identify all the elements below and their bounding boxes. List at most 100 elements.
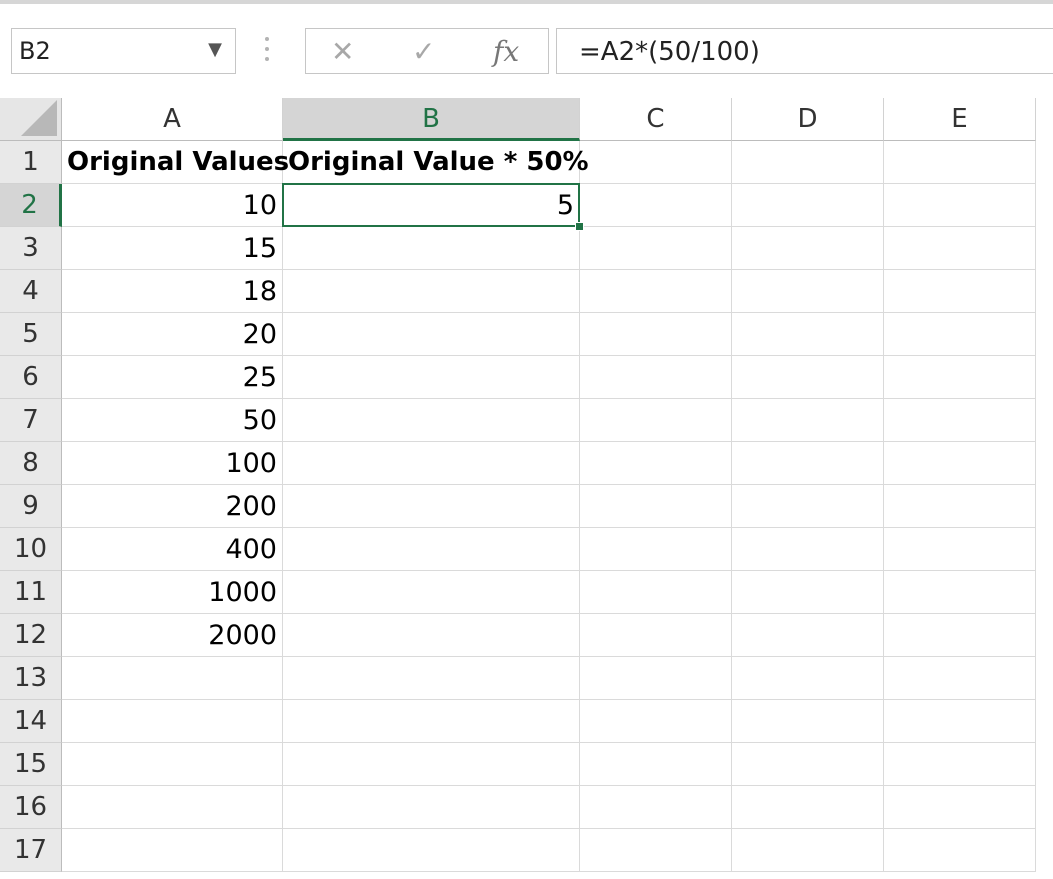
name-box-value[interactable]: B2 xyxy=(19,37,51,65)
cell-b15[interactable] xyxy=(283,743,580,786)
cell-d13[interactable] xyxy=(732,657,884,700)
cell-e4[interactable] xyxy=(884,270,1036,313)
cell-d5[interactable] xyxy=(732,313,884,356)
cell-a4[interactable]: 18 xyxy=(62,270,283,313)
cell-d6[interactable] xyxy=(732,356,884,399)
cell-e11[interactable] xyxy=(884,571,1036,614)
cell-e2[interactable] xyxy=(884,184,1036,227)
cell-d7[interactable] xyxy=(732,399,884,442)
cell-e7[interactable] xyxy=(884,399,1036,442)
cell-d15[interactable] xyxy=(732,743,884,786)
cell-a14[interactable] xyxy=(62,700,283,743)
cell-e17[interactable] xyxy=(884,829,1036,872)
cell-a5[interactable]: 20 xyxy=(62,313,283,356)
cell-b1[interactable]: Original Value * 50% xyxy=(283,141,589,184)
row-header-5[interactable]: 5 xyxy=(0,313,62,356)
cell-a12[interactable]: 2000 xyxy=(62,614,283,657)
cell-b14[interactable] xyxy=(283,700,580,743)
cell-e8[interactable] xyxy=(884,442,1036,485)
formula-text[interactable]: =A2*(50/100) xyxy=(579,37,760,67)
row-header-16[interactable]: 16 xyxy=(0,786,62,829)
row-header-11[interactable]: 11 xyxy=(0,571,62,614)
select-all-triangle-icon[interactable] xyxy=(21,100,57,136)
checkmark-icon[interactable]: ✓ xyxy=(412,35,435,68)
insert-function-button[interactable]: fx xyxy=(493,35,519,68)
row-header-17[interactable]: 17 xyxy=(0,829,62,872)
cell-e6[interactable] xyxy=(884,356,1036,399)
cell-c9[interactable] xyxy=(580,485,732,528)
cell-c1[interactable] xyxy=(580,141,732,184)
cell-c3[interactable] xyxy=(580,227,732,270)
column-header-a[interactable]: A xyxy=(62,98,283,141)
name-box[interactable]: B2 ▼ xyxy=(11,28,236,74)
row-header-12[interactable]: 12 xyxy=(0,614,62,657)
cell-a13[interactable] xyxy=(62,657,283,700)
cell-a17[interactable] xyxy=(62,829,283,872)
cell-d10[interactable] xyxy=(732,528,884,571)
cell-e3[interactable] xyxy=(884,227,1036,270)
cell-d17[interactable] xyxy=(732,829,884,872)
cancel-x-icon[interactable]: ✕ xyxy=(331,35,354,68)
cell-e16[interactable] xyxy=(884,786,1036,829)
formula-input[interactable]: =A2*(50/100) xyxy=(556,28,1053,74)
cell-e13[interactable] xyxy=(884,657,1036,700)
cell-a2[interactable]: 10 xyxy=(62,184,283,227)
cell-b13[interactable] xyxy=(283,657,580,700)
row-header-9[interactable]: 9 xyxy=(0,485,62,528)
cell-c12[interactable] xyxy=(580,614,732,657)
row-header-1[interactable]: 1 xyxy=(0,141,62,184)
cell-a16[interactable] xyxy=(62,786,283,829)
row-header-4[interactable]: 4 xyxy=(0,270,62,313)
cell-c14[interactable] xyxy=(580,700,732,743)
cell-d12[interactable] xyxy=(732,614,884,657)
cell-c4[interactable] xyxy=(580,270,732,313)
cell-c8[interactable] xyxy=(580,442,732,485)
cell-b10[interactable] xyxy=(283,528,580,571)
cell-c2[interactable] xyxy=(580,184,732,227)
column-header-d[interactable]: D xyxy=(732,98,884,141)
spreadsheet-grid[interactable]: A B C D E 1 Original Values Original Value * 50… xyxy=(0,98,1053,879)
cell-d4[interactable] xyxy=(732,270,884,313)
cell-c10[interactable] xyxy=(580,528,732,571)
cell-e14[interactable] xyxy=(884,700,1036,743)
cell-e1[interactable] xyxy=(884,141,1036,184)
cell-e9[interactable] xyxy=(884,485,1036,528)
cell-e12[interactable] xyxy=(884,614,1036,657)
cell-c17[interactable] xyxy=(580,829,732,872)
cell-e10[interactable] xyxy=(884,528,1036,571)
cell-d9[interactable] xyxy=(732,485,884,528)
row-header-10[interactable]: 10 xyxy=(0,528,62,571)
cell-a11[interactable]: 1000 xyxy=(62,571,283,614)
column-header-e[interactable]: E xyxy=(884,98,1036,141)
column-header-c[interactable]: C xyxy=(580,98,732,141)
row-header-8[interactable]: 8 xyxy=(0,442,62,485)
column-header-b[interactable]: B xyxy=(283,98,580,141)
cell-c6[interactable] xyxy=(580,356,732,399)
row-header-6[interactable]: 6 xyxy=(0,356,62,399)
cell-a7[interactable]: 50 xyxy=(62,399,283,442)
cell-a15[interactable] xyxy=(62,743,283,786)
cell-d1[interactable] xyxy=(732,141,884,184)
cell-c7[interactable] xyxy=(580,399,732,442)
row-header-13[interactable]: 13 xyxy=(0,657,62,700)
cell-a9[interactable]: 200 xyxy=(62,485,283,528)
cell-a6[interactable]: 25 xyxy=(62,356,283,399)
cell-d14[interactable] xyxy=(732,700,884,743)
cell-b12[interactable] xyxy=(283,614,580,657)
cell-b7[interactable] xyxy=(283,399,580,442)
select-all-button[interactable] xyxy=(0,98,62,141)
cell-a8[interactable]: 100 xyxy=(62,442,283,485)
cell-b11[interactable] xyxy=(283,571,580,614)
cell-e5[interactable] xyxy=(884,313,1036,356)
cell-c5[interactable] xyxy=(580,313,732,356)
cell-a10[interactable]: 400 xyxy=(62,528,283,571)
cell-d2[interactable] xyxy=(732,184,884,227)
cell-e15[interactable] xyxy=(884,743,1036,786)
cell-a1[interactable]: Original Values xyxy=(62,141,289,184)
cell-a3[interactable]: 15 xyxy=(62,227,283,270)
cell-d16[interactable] xyxy=(732,786,884,829)
cell-b16[interactable] xyxy=(283,786,580,829)
cell-c11[interactable] xyxy=(580,571,732,614)
cell-b3[interactable] xyxy=(283,227,580,270)
row-header-14[interactable]: 14 xyxy=(0,700,62,743)
